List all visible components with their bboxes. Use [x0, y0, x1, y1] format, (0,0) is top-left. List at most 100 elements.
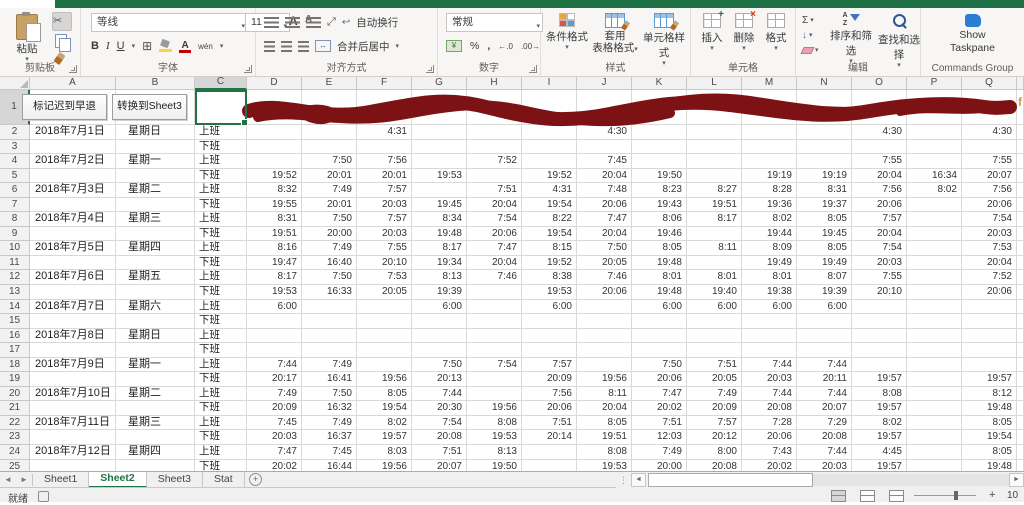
- cell-D21[interactable]: 20:09: [247, 401, 302, 416]
- cell-Q21[interactable]: 19:48: [962, 401, 1017, 416]
- cell-A8[interactable]: 2018年7月4日: [30, 212, 116, 227]
- cell-B22[interactable]: 星期三: [116, 416, 195, 431]
- bold-button[interactable]: B: [91, 40, 99, 52]
- cell-O23[interactable]: 19:57: [852, 430, 907, 445]
- cell-A9[interactable]: [30, 227, 116, 242]
- cut-button[interactable]: ✂: [52, 12, 72, 31]
- cell-D6[interactable]: 8:32: [247, 183, 302, 198]
- cell-E24[interactable]: 7:45: [302, 445, 357, 460]
- align-bottom-button[interactable]: [306, 17, 321, 28]
- cell-E8[interactable]: 7:50: [302, 212, 357, 227]
- cell-L15[interactable]: [687, 314, 742, 329]
- cell-F24[interactable]: 8:03: [357, 445, 412, 460]
- row-header-22[interactable]: 22: [0, 416, 30, 431]
- cell-A5[interactable]: [30, 169, 116, 184]
- cell-F11[interactable]: 20:10: [357, 256, 412, 271]
- cell-K4[interactable]: [632, 154, 687, 169]
- cell-O19[interactable]: 19:57: [852, 372, 907, 387]
- cell-O4[interactable]: 7:55: [852, 154, 907, 169]
- row-header-11[interactable]: 11: [0, 256, 30, 271]
- fill-color-button[interactable]: [159, 40, 172, 52]
- cell-M3[interactable]: [742, 140, 797, 155]
- cell-G20[interactable]: 7:44: [412, 387, 467, 402]
- cell-E13[interactable]: 16:33: [302, 285, 357, 300]
- row-header-16[interactable]: 16: [0, 329, 30, 344]
- cell-R13-partial[interactable]: [1017, 285, 1024, 300]
- cell-O13[interactable]: 20:10: [852, 285, 907, 300]
- row-header-5[interactable]: 5: [0, 169, 30, 184]
- cell-J1[interactable]: [577, 90, 632, 125]
- cell-B8[interactable]: 星期三: [116, 212, 195, 227]
- cell-L20[interactable]: 7:49: [687, 387, 742, 402]
- cell-H17[interactable]: [467, 343, 522, 358]
- cell-H15[interactable]: [467, 314, 522, 329]
- cell-K5[interactable]: 19:50: [632, 169, 687, 184]
- cell-H16[interactable]: [467, 329, 522, 344]
- cell-B6[interactable]: 星期二: [116, 183, 195, 198]
- cell-O5[interactable]: 20:04: [852, 169, 907, 184]
- cell-C18[interactable]: 上班: [195, 358, 247, 373]
- cell-K10[interactable]: 8:05: [632, 241, 687, 256]
- cell-L11[interactable]: [687, 256, 742, 271]
- cell-C6[interactable]: 上班: [195, 183, 247, 198]
- cell-F16[interactable]: [357, 329, 412, 344]
- cell-M4[interactable]: [742, 154, 797, 169]
- cell-L18[interactable]: 7:51: [687, 358, 742, 373]
- next-sheet-arrow-icon[interactable]: ►: [16, 472, 32, 488]
- paste-button[interactable]: 粘贴 ▾: [6, 12, 48, 66]
- cell-P1[interactable]: [907, 90, 962, 125]
- row-header-8[interactable]: 8: [0, 212, 30, 227]
- cell-P23[interactable]: [907, 430, 962, 445]
- cell-D22[interactable]: 7:45: [247, 416, 302, 431]
- cell-B21[interactable]: [116, 401, 195, 416]
- tab-sheet3[interactable]: Sheet3: [147, 472, 203, 488]
- cell-M16[interactable]: [742, 329, 797, 344]
- cell-G19[interactable]: 20:13: [412, 372, 467, 387]
- cell-M8[interactable]: 8:02: [742, 212, 797, 227]
- cell-K18[interactable]: 7:50: [632, 358, 687, 373]
- col-header-E[interactable]: E: [302, 77, 357, 90]
- cell-P15[interactable]: [907, 314, 962, 329]
- cell-A12[interactable]: 2018年7月6日: [30, 270, 116, 285]
- cell-R8-partial[interactable]: [1017, 212, 1024, 227]
- cell-E2[interactable]: [302, 125, 357, 140]
- cell-A13[interactable]: [30, 285, 116, 300]
- cell-A18[interactable]: 2018年7月9日: [30, 358, 116, 373]
- cell-H4[interactable]: 7:52: [467, 154, 522, 169]
- cell-R5-partial[interactable]: [1017, 169, 1024, 184]
- cell-H2[interactable]: [467, 125, 522, 140]
- tab-stat[interactable]: Stat: [203, 472, 245, 488]
- cell-M13[interactable]: 19:38: [742, 285, 797, 300]
- cell-R24-partial[interactable]: [1017, 445, 1024, 460]
- italic-button[interactable]: I: [106, 40, 110, 52]
- borders-button[interactable]: ⊞: [142, 39, 152, 53]
- col-header-H[interactable]: H: [467, 77, 522, 90]
- row-header-20[interactable]: 20: [0, 387, 30, 402]
- number-format-select[interactable]: 常规 ▾: [446, 13, 543, 32]
- cell-G3[interactable]: [412, 140, 467, 155]
- cell-A3[interactable]: [30, 140, 116, 155]
- cell-F7[interactable]: 20:03: [357, 198, 412, 213]
- cell-J24[interactable]: 8:08: [577, 445, 632, 460]
- cell-J3[interactable]: [577, 140, 632, 155]
- cell-E5[interactable]: 20:01: [302, 169, 357, 184]
- cell-D9[interactable]: 19:51: [247, 227, 302, 242]
- cell-H11[interactable]: 20:04: [467, 256, 522, 271]
- cell-E1[interactable]: [302, 90, 357, 125]
- cell-Q3[interactable]: [962, 140, 1017, 155]
- clipboard-dialog-launcher[interactable]: [69, 65, 77, 73]
- cell-D1[interactable]: [247, 90, 302, 125]
- cell-Q23[interactable]: 19:54: [962, 430, 1017, 445]
- cell-O17[interactable]: [852, 343, 907, 358]
- cell-B4[interactable]: 星期一: [116, 154, 195, 169]
- cell-G18[interactable]: 7:50: [412, 358, 467, 373]
- cell-N13[interactable]: 19:39: [797, 285, 852, 300]
- cell-M7[interactable]: 19:36: [742, 198, 797, 213]
- cell-E15[interactable]: [302, 314, 357, 329]
- cell-B2[interactable]: 星期日: [116, 125, 195, 140]
- cell-J5[interactable]: 20:04: [577, 169, 632, 184]
- cell-C22[interactable]: 上班: [195, 416, 247, 431]
- cell-F8[interactable]: 7:57: [357, 212, 412, 227]
- col-header-L[interactable]: L: [687, 77, 742, 90]
- cell-R6-partial[interactable]: [1017, 183, 1024, 198]
